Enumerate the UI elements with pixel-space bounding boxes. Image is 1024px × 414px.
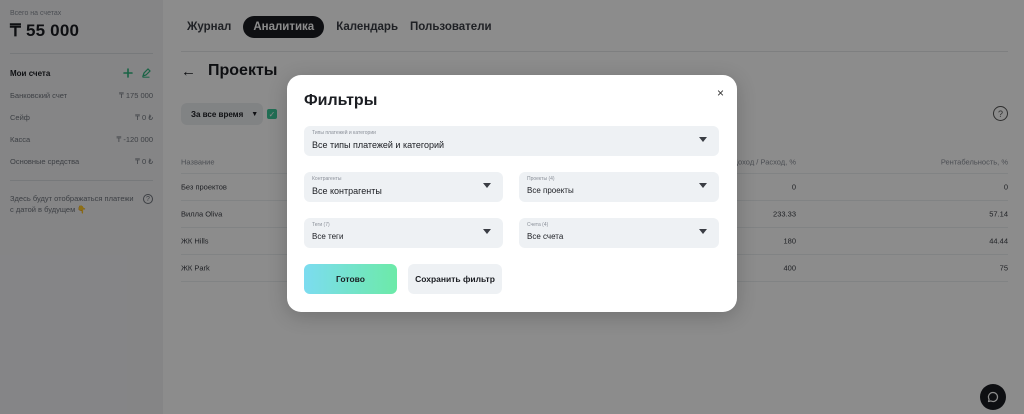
chevron-down-icon (699, 183, 707, 188)
close-icon[interactable]: × (717, 86, 724, 100)
save-filter-button[interactable]: Сохранить фильтр (408, 264, 502, 294)
modal-title: Фильтры (304, 92, 378, 109)
chevron-down-icon (699, 229, 707, 234)
counterparties-select[interactable]: Контрагенты Все контрагенты (304, 172, 503, 202)
chevron-down-icon (483, 183, 491, 188)
counterparties-label: Контрагенты (312, 176, 342, 182)
accounts-value: Все счета (527, 232, 564, 241)
projects-select[interactable]: Проекты (4) Все проекты (519, 172, 719, 202)
done-button[interactable]: Готово (304, 264, 397, 294)
projects-label: Проекты (4) (527, 176, 555, 182)
tags-label: Теги (7) (312, 222, 330, 228)
types-select[interactable]: Типы платежей и категории Все типы плате… (304, 126, 719, 156)
filters-modal: Фильтры × Типы платежей и категории Все … (287, 75, 737, 312)
counterparties-value: Все контрагенты (312, 186, 382, 196)
types-label: Типы платежей и категории (312, 130, 376, 136)
types-value: Все типы платежей и категорий (312, 140, 445, 150)
accounts-label: Счета (4) (527, 222, 549, 228)
projects-value: Все проекты (527, 186, 574, 195)
tags-value: Все теги (312, 232, 344, 241)
accounts-select[interactable]: Счета (4) Все счета (519, 218, 719, 248)
tags-select[interactable]: Теги (7) Все теги (304, 218, 503, 248)
chevron-down-icon (699, 137, 707, 142)
chevron-down-icon (483, 229, 491, 234)
